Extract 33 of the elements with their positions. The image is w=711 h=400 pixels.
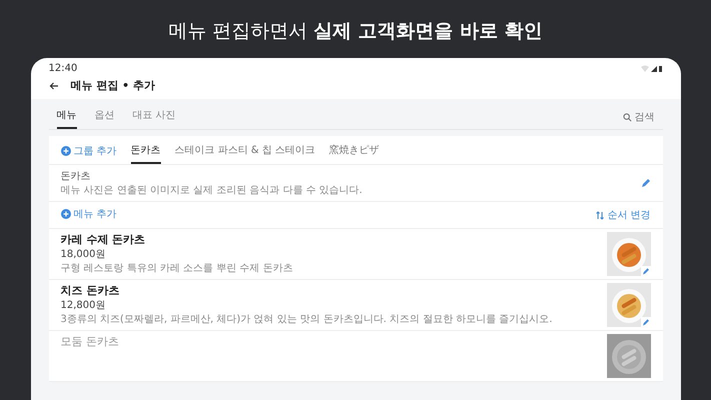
back-button[interactable] bbox=[48, 82, 58, 90]
item-name: 모둠 돈카츠 bbox=[60, 334, 119, 349]
status-icons bbox=[640, 64, 662, 72]
item-name: 카레 수제 돈카츠 bbox=[60, 232, 146, 247]
item-description: 구형 레스토랑 특유의 카레 소스를 뿌린 수제 돈카츠 bbox=[60, 262, 293, 275]
item-description: 3종류의 치즈(모짜렐라, 파르메산, 체다)가 얹혀 있는 맛의 돈카츠입니다. 치즈의 절묘한 하모니를 즐기십시오. bbox=[60, 313, 552, 326]
search-button[interactable]: 검색 bbox=[622, 110, 654, 124]
item-price: 12,800원 bbox=[60, 299, 106, 312]
search-icon bbox=[622, 112, 632, 122]
tab[interactable]: 옵션 bbox=[94, 105, 114, 129]
group-tab[interactable]: 窯焼きピザ bbox=[329, 140, 380, 164]
status-time: 12:40 bbox=[48, 63, 78, 74]
group-tab[interactable]: 돈카츠 bbox=[130, 140, 161, 164]
sort-icon bbox=[596, 210, 604, 220]
group-tab[interactable]: 스테이크 파스티 & 칩 스테이크 bbox=[174, 140, 316, 164]
pencil-icon[interactable] bbox=[640, 178, 650, 188]
plus-icon bbox=[60, 209, 70, 219]
tab[interactable]: 메뉴 bbox=[56, 105, 76, 129]
item-name: 치즈 돈카츠 bbox=[60, 283, 120, 298]
add-menu-button[interactable]: 메뉴 추가 bbox=[60, 204, 117, 226]
pencil-icon[interactable] bbox=[640, 266, 650, 276]
section-note: 메뉴 사진은 연출된 이미지로 실제 조리된 음식과 다를 수 있습니다. bbox=[60, 184, 362, 197]
reorder-button[interactable]: 순서 변경 bbox=[596, 205, 650, 225]
section-title: 돈카츠 bbox=[60, 170, 92, 183]
page-title: 메뉴 편집 • 추가 bbox=[70, 78, 156, 93]
add-group-button[interactable]: 그룹 추가 bbox=[60, 141, 117, 163]
tab[interactable]: 대표 사진 bbox=[132, 105, 176, 129]
menu-item[interactable]: 카레 수제 돈카츠 18,000원 구형 레스토랑 특유의 카레 소스를 뿌린 수제 돈카츠 bbox=[48, 229, 662, 280]
pencil-icon[interactable] bbox=[640, 317, 650, 327]
plus-icon bbox=[60, 146, 70, 156]
item-price: 18,000원 bbox=[60, 248, 106, 261]
headline: 메뉴 편집하면서 실제 고객화면을 바로 확인 bbox=[168, 19, 542, 44]
menu-item[interactable]: 치즈 돈카츠 12,800원 3종류의 치즈(모짜렐라, 파르메산, 체다)가 얹혀 있는 맛의 돈카츠입니다. 치즈의 절묘한 하모니를 즐기십시오. bbox=[48, 280, 662, 331]
